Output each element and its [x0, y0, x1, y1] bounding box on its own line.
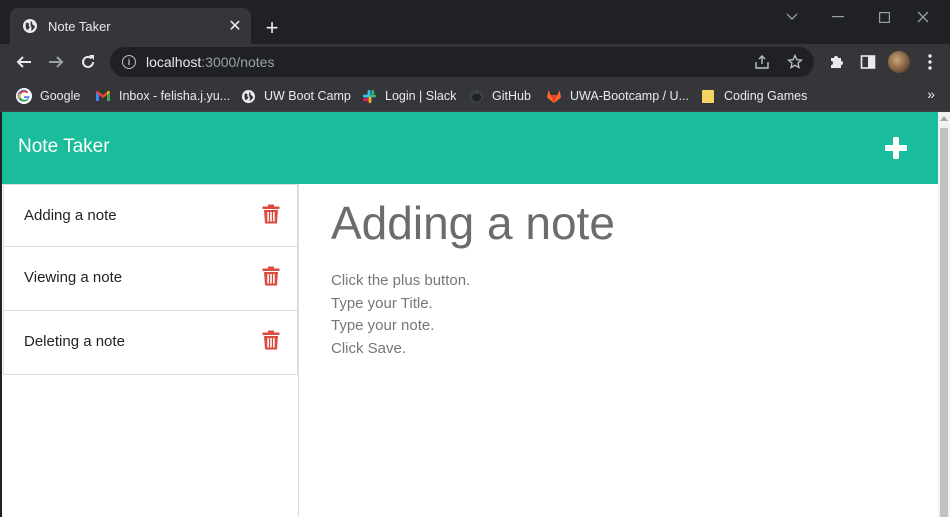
- app-navbar: Note Taker: [2, 112, 938, 184]
- gitlab-icon: [546, 88, 562, 104]
- note-list: Adding a note Viewing a note Deleting a …: [2, 184, 299, 517]
- trash-icon[interactable]: [262, 266, 280, 286]
- url-path: :3000/notes: [201, 54, 275, 70]
- url-host: localhost: [146, 54, 202, 70]
- github-icon: [468, 88, 484, 104]
- bookmark-label: GitHub: [492, 89, 531, 103]
- browser-chrome: Note Taker ✕ + i localhost:3000/notes G…: [0, 0, 950, 112]
- list-item[interactable]: Deleting a note: [3, 311, 298, 375]
- close-window-icon[interactable]: [900, 6, 946, 28]
- gmail-icon: [95, 88, 111, 104]
- bookmarks-overflow-chevron-icon[interactable]: »: [922, 84, 940, 104]
- bookmark-label: UW Boot Camp: [264, 89, 351, 103]
- profile-avatar[interactable]: [888, 51, 910, 73]
- list-item[interactable]: Adding a note: [3, 184, 298, 247]
- side-panel-icon[interactable]: [854, 48, 882, 76]
- tab-strip: Note Taker ✕ +: [0, 0, 950, 44]
- more-menu-icon[interactable]: [920, 48, 940, 76]
- new-tab-button[interactable]: +: [258, 14, 286, 42]
- back-arrow-icon[interactable]: [10, 48, 38, 76]
- note-title: Deleting a note: [24, 333, 125, 350]
- bookmark-github[interactable]: GitHub: [468, 86, 531, 106]
- folder-icon: [700, 88, 716, 104]
- page-scrollbar[interactable]: [938, 112, 950, 517]
- google-icon: [16, 88, 32, 104]
- browser-tab[interactable]: Note Taker ✕: [10, 8, 251, 44]
- note-title: Viewing a note: [24, 269, 123, 286]
- bookmark-gitlab[interactable]: UWA-Bootcamp / U...: [546, 86, 689, 106]
- bookmark-slack[interactable]: Login | Slack: [361, 86, 456, 106]
- bookmark-label: Coding Games: [724, 89, 808, 103]
- close-tab-icon[interactable]: ✕: [223, 14, 247, 38]
- bookmark-label: UWA-Bootcamp / U...: [570, 89, 690, 103]
- scrollbar-thumb[interactable]: [940, 128, 948, 517]
- app-brand[interactable]: Note Taker: [18, 136, 110, 158]
- trash-icon[interactable]: [262, 204, 280, 224]
- tab-title: Note Taker: [48, 18, 111, 34]
- share-icon[interactable]: [750, 50, 774, 74]
- bookmark-inbox[interactable]: Inbox - felisha.j.yu...: [95, 86, 230, 106]
- note-title-input[interactable]: Adding a note: [331, 194, 911, 252]
- note-detail: Adding a note Click the plus button. Typ…: [331, 194, 911, 360]
- note-taker-page: Note Taker Adding a note Viewing a note …: [2, 112, 938, 517]
- site-info-icon[interactable]: i: [122, 55, 136, 69]
- plus-icon: [885, 137, 907, 159]
- bookmark-label: Inbox - felisha.j.yu...: [119, 89, 231, 103]
- bookmark-label: Login | Slack: [385, 89, 457, 103]
- reload-icon[interactable]: [74, 48, 102, 76]
- list-item[interactable]: Viewing a note: [3, 247, 298, 311]
- note-title: Adding a note: [24, 207, 117, 224]
- globe-icon: [23, 19, 37, 33]
- bookmark-coding-games[interactable]: Coding Games: [700, 86, 807, 106]
- bookmark-uw-boot-camp[interactable]: UW Boot Camp: [240, 86, 351, 106]
- browser-toolbar: i localhost:3000/notes: [0, 44, 950, 80]
- window-menu-chevron-icon[interactable]: [769, 6, 815, 28]
- forward-arrow-icon[interactable]: [42, 48, 70, 76]
- extensions-puzzle-icon[interactable]: [822, 48, 850, 76]
- scroll-up-arrow-icon[interactable]: [940, 116, 948, 121]
- bookmark-label: Google: [40, 89, 81, 103]
- globe-icon: [240, 88, 256, 104]
- bookmark-star-icon[interactable]: [783, 50, 807, 74]
- slack-icon: [361, 88, 377, 104]
- note-text-area[interactable]: Click the plus button. Type your Title. …: [331, 270, 911, 360]
- trash-icon[interactable]: [262, 330, 280, 350]
- bookmarks-bar: Google Inbox - felisha.j.yu... UW Boot C…: [0, 80, 950, 112]
- minimize-icon[interactable]: [815, 6, 861, 28]
- new-note-button[interactable]: [880, 132, 912, 164]
- address-bar[interactable]: i localhost:3000/notes: [110, 47, 814, 77]
- bookmark-google[interactable]: Google: [16, 86, 80, 106]
